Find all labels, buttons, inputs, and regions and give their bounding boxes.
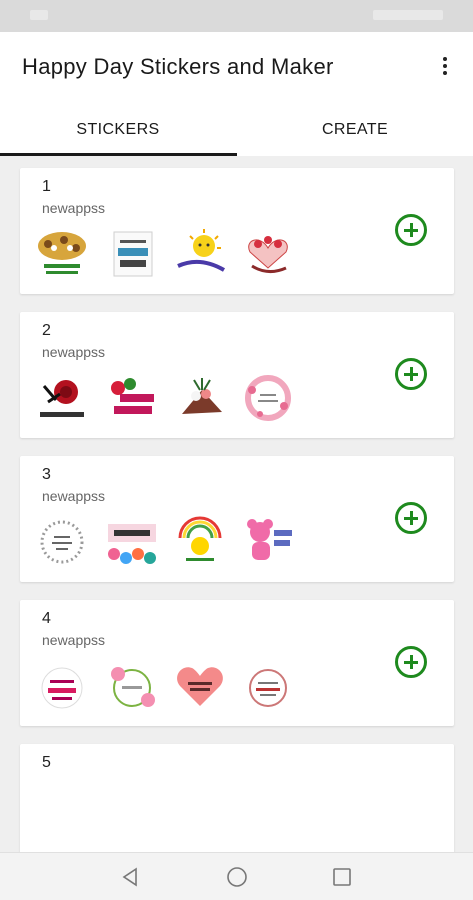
sticker-pack-list[interactable]: 1 newappss 2 newappss 3 newappss 4 newap… (0, 156, 473, 852)
add-circle-icon[interactable] (395, 646, 427, 678)
pack-number: 3 (42, 466, 51, 483)
sticker-red-rose-icon (40, 380, 84, 417)
sticker-pack-card[interactable]: 2 newappss (20, 312, 454, 438)
pack-number: 1 (42, 178, 51, 195)
sticker-floral-wreath-icon (245, 375, 291, 421)
sticker-pack-card[interactable]: 1 newappss (20, 168, 454, 294)
add-circle-icon[interactable] (395, 502, 427, 534)
sticker-pack-card[interactable]: 3 newappss (20, 456, 454, 582)
recents-square-icon[interactable] (330, 865, 354, 889)
pack-number: 2 (42, 322, 51, 339)
status-icons (373, 10, 443, 20)
signal-icon (30, 10, 48, 20)
sticker-pink-bear-icon (247, 519, 292, 560)
sticker-sun-icon (177, 229, 226, 272)
sticker-circle-frame-icon (249, 669, 287, 707)
sticker-pink-flower-ring-icon (111, 667, 155, 707)
sticker-dotted-wreath-icon (40, 520, 84, 564)
sticker-pack-card[interactable]: 4 newappss (20, 600, 454, 726)
add-circle-icon[interactable] (395, 358, 427, 390)
app-title: Happy Day Stickers and Maker (22, 54, 334, 79)
back-triangle-icon[interactable] (118, 865, 142, 889)
system-navigation-bar (0, 852, 473, 900)
pack-number: 5 (42, 754, 51, 771)
sticker-colorful-flowers-icon (108, 524, 156, 564)
pack-author: newappss (42, 200, 106, 216)
tab-create[interactable]: CREATE (237, 104, 473, 156)
more-vert-icon[interactable] (433, 54, 457, 82)
sticker-bouquet-icon (182, 378, 222, 414)
add-circle-icon[interactable] (395, 214, 427, 246)
sticker-heart-icon (177, 667, 223, 706)
pack-author: newappss (42, 344, 106, 360)
sticker-nice-day-card-icon (113, 231, 153, 277)
sticker-pack-card[interactable]: 5 (20, 744, 454, 852)
pack-author: newappss (42, 632, 106, 648)
home-circle-icon[interactable] (225, 865, 249, 889)
sticker-heart-roses-icon (248, 236, 288, 273)
pack-author: newappss (42, 488, 106, 504)
tab-stickers[interactable]: STICKERS (0, 104, 236, 156)
app-bar: Happy Day Stickers and Maker (0, 32, 473, 104)
sticker-roses-text-icon (111, 378, 154, 414)
pack-number: 4 (42, 610, 51, 627)
sticker-round-label-icon (41, 667, 83, 709)
sticker-giraffe-icon (38, 232, 86, 274)
sticker-rainbow-chick-icon (178, 516, 222, 561)
status-bar (0, 0, 473, 32)
tab-bar: STICKERS CREATE (0, 104, 473, 156)
